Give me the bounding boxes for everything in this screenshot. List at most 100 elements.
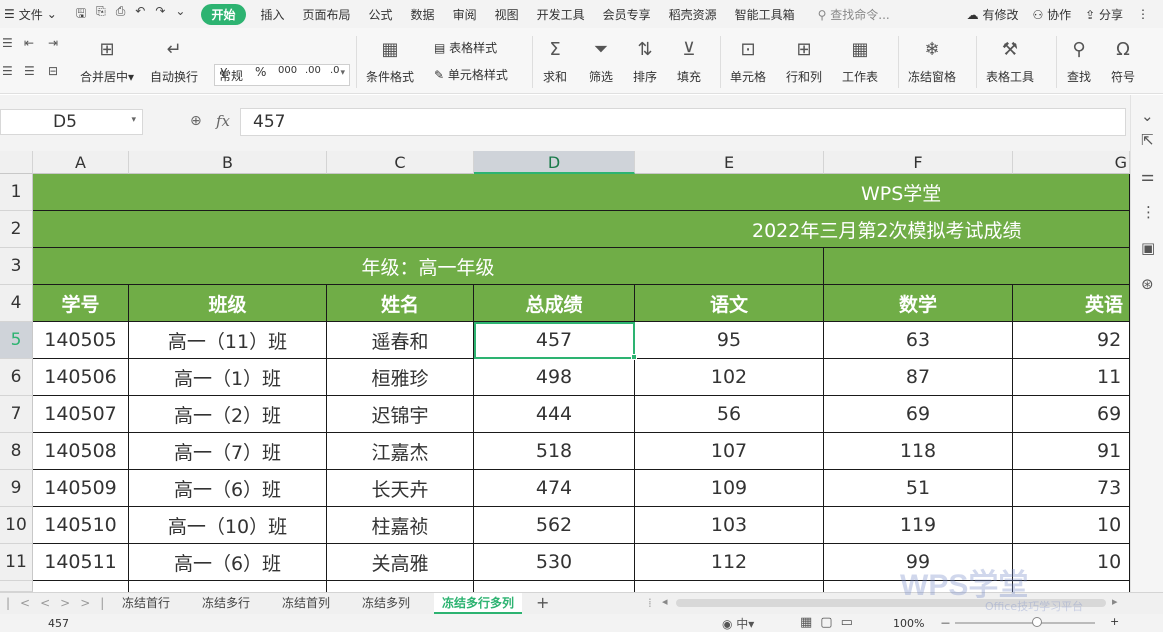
thousands-button[interactable]: 000 xyxy=(278,65,297,76)
cell-chinese[interactable]: 95 xyxy=(635,322,824,359)
zoom-level[interactable]: 100% xyxy=(893,617,924,630)
column-header-c[interactable]: C xyxy=(327,151,474,174)
cell-class[interactable]: 高一（7）班 xyxy=(129,433,327,470)
indent-decrease-icon[interactable]: ⇤ xyxy=(24,36,34,50)
zoom-in-button[interactable]: + xyxy=(1110,615,1119,628)
cell-class[interactable]: 高一（6）班 xyxy=(129,470,327,507)
cell-style-button[interactable]: ✎ 单元格样式 xyxy=(434,66,508,83)
sum-button[interactable]: Σ 求和 xyxy=(542,28,568,85)
cell-total[interactable]: 444 xyxy=(474,396,635,433)
conditional-format-button[interactable]: ▦ 条件格式 xyxy=(366,28,414,85)
cell-english[interactable]: 92 xyxy=(1013,322,1130,359)
tab-data[interactable]: 数据 xyxy=(402,6,444,23)
cell-student-id[interactable]: 140509 xyxy=(33,470,129,507)
tab-view[interactable]: 视图 xyxy=(486,6,528,23)
formula-input[interactable]: 457 xyxy=(240,108,1126,136)
share-button[interactable]: ⇪ 分享 xyxy=(1085,6,1123,23)
print-icon[interactable]: ⎙ xyxy=(116,4,126,25)
row-col-button[interactable]: ⊞ 行和列 xyxy=(786,28,822,85)
cell-total[interactable]: 562 xyxy=(474,507,635,544)
select-all-corner[interactable] xyxy=(0,151,33,174)
sort-button[interactable]: ⇅ 排序 xyxy=(632,28,658,85)
indent-increase-icon[interactable]: ⇥ xyxy=(48,36,58,50)
decrease-decimal-button[interactable]: .0 xyxy=(330,65,340,76)
export-icon[interactable]: ⎘ xyxy=(96,4,106,25)
file-menu[interactable]: ☰ 文件 ⌄ xyxy=(0,6,66,23)
cell-math[interactable]: 63 xyxy=(824,322,1013,359)
cell-chinese[interactable]: 102 xyxy=(635,359,824,396)
horizontal-scrollbar[interactable] xyxy=(676,599,1106,607)
save-icon[interactable]: 🖫 xyxy=(76,4,86,25)
row-header-7[interactable]: 7 xyxy=(0,396,33,433)
worksheet-button[interactable]: ▦ 工作表 xyxy=(842,28,878,85)
find-button[interactable]: ⚲ 查找 xyxy=(1066,28,1092,85)
title-cell[interactable]: WPS学堂 xyxy=(33,174,1130,211)
image-icon[interactable]: ▣ xyxy=(1141,239,1155,257)
cell-total[interactable]: 518 xyxy=(474,433,635,470)
eye-icon[interactable]: ◉ 中▾ xyxy=(722,615,754,632)
chevron-down-icon[interactable]: ⌄ xyxy=(1141,107,1154,125)
tab-formula[interactable]: 公式 xyxy=(360,6,402,23)
align-right-icon[interactable]: ☰ xyxy=(24,64,35,78)
column-header-g[interactable]: G xyxy=(1013,151,1130,174)
row-header-5[interactable]: 5 xyxy=(0,322,33,359)
cell-student-id[interactable]: 140507 xyxy=(33,396,129,433)
fx-icon[interactable]: fx xyxy=(216,112,230,130)
adjust-icon[interactable]: ⚌ xyxy=(1141,167,1154,185)
table-tools-button[interactable]: ⚒ 表格工具 xyxy=(986,28,1034,85)
zoom-slider-knob[interactable] xyxy=(1032,617,1042,627)
zoom-icon[interactable]: ⊕ xyxy=(190,113,202,129)
cell-name[interactable]: 长天卉 xyxy=(327,470,474,507)
header-math[interactable]: 数学 xyxy=(824,285,1013,322)
header-english[interactable]: 英语 xyxy=(1013,285,1130,322)
align-left-icon[interactable]: ☰ xyxy=(2,36,13,50)
row-header-2[interactable]: 2 xyxy=(0,211,33,248)
cell-chinese[interactable]: 112 xyxy=(635,544,824,581)
cell-student-id[interactable]: 140510 xyxy=(33,507,129,544)
tab-start[interactable]: 开始 xyxy=(201,3,246,25)
cell-math[interactable]: 69 xyxy=(824,396,1013,433)
merge-center-button[interactable]: ⊞ 合并居中▾ xyxy=(80,28,134,85)
header-class[interactable]: 班级 xyxy=(129,285,327,322)
cell-english[interactable]: 69 xyxy=(1013,396,1130,433)
row-header-4[interactable]: 4 xyxy=(0,285,33,322)
cell-class[interactable]: 高一（11）班 xyxy=(129,322,327,359)
collaborate-button[interactable]: ⚇ 协作 xyxy=(1032,6,1071,23)
tab-navigation[interactable]: |<<>>| xyxy=(6,596,114,610)
currency-button[interactable]: ¥ xyxy=(220,66,228,80)
redo-icon[interactable]: ↷ xyxy=(155,4,165,25)
header-name[interactable]: 姓名 xyxy=(327,285,474,322)
header-total[interactable]: 总成绩 xyxy=(474,285,635,322)
row-header-11[interactable]: 11 xyxy=(0,544,33,581)
modified-button[interactable]: ☁ 有修改 xyxy=(967,6,1019,23)
row-header-3[interactable]: 3 xyxy=(0,248,33,285)
wrap-text-button[interactable]: ↵ 自动换行 xyxy=(150,28,198,85)
more-options-icon[interactable]: ⋮ xyxy=(1137,7,1149,21)
cell-student-id[interactable]: 140511 xyxy=(33,544,129,581)
tab-docer[interactable]: 稻壳资源 xyxy=(660,6,726,23)
sheet-tab-freeze-rows[interactable]: 冻结多行 xyxy=(194,593,258,614)
partial-cell[interactable] xyxy=(474,581,635,592)
cell-math[interactable]: 87 xyxy=(824,359,1013,396)
view-mode-buttons[interactable]: ▦▢▭ xyxy=(800,615,861,630)
cell-class[interactable]: 高一（10）班 xyxy=(129,507,327,544)
cell-student-id[interactable]: 140505 xyxy=(33,322,129,359)
cell-name[interactable]: 遥春和 xyxy=(327,322,474,359)
cell-english[interactable]: 73 xyxy=(1013,470,1130,507)
format-icon[interactable]: ⋮ xyxy=(1141,203,1156,221)
tab-insert[interactable]: 插入 xyxy=(252,6,294,23)
cell-name[interactable]: 江嘉杰 xyxy=(327,433,474,470)
cell-chinese[interactable]: 56 xyxy=(635,396,824,433)
sheet-tab-freeze-first-row[interactable]: 冻结首行 xyxy=(114,593,178,614)
cell-name[interactable]: 迟锦宇 xyxy=(327,396,474,433)
tab-smart-tools[interactable]: 智能工具箱 xyxy=(726,6,804,23)
cell-english[interactable]: 91 xyxy=(1013,433,1130,470)
filter-button[interactable]: ⏷ 筛选 xyxy=(588,28,614,85)
distribute-icon[interactable]: ⊟ xyxy=(48,64,58,78)
cell-math[interactable]: 118 xyxy=(824,433,1013,470)
cell-total[interactable]: 530 xyxy=(474,544,635,581)
cell-total[interactable]: 498 xyxy=(474,359,635,396)
fill-handle[interactable] xyxy=(631,354,637,360)
cell-chinese[interactable]: 109 xyxy=(635,470,824,507)
cell-chinese[interactable]: 107 xyxy=(635,433,824,470)
